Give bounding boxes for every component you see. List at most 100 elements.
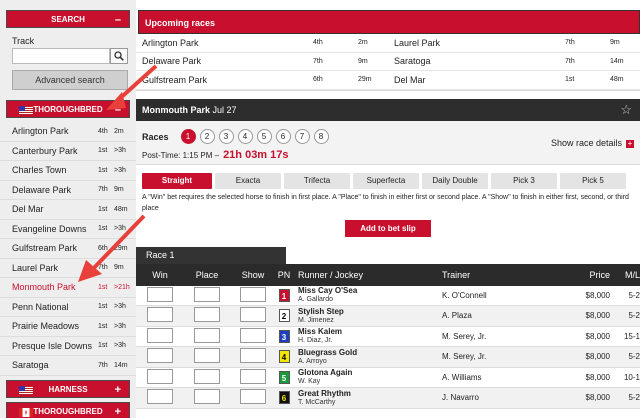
upcoming-race-row[interactable]: Saratoga 7th 14m xyxy=(388,53,640,71)
place-bet-box[interactable] xyxy=(194,348,220,364)
thoroughbred-ca-header[interactable]: THOROUGHBRED + xyxy=(6,401,130,418)
sidebar-track-item[interactable]: Presque Isle Downs 1st >3h xyxy=(0,337,136,356)
place-bet-box[interactable] xyxy=(194,286,220,302)
sidebar-track-time: >3h xyxy=(114,166,126,174)
win-bet-box[interactable] xyxy=(147,286,173,302)
race-7-button[interactable]: 7 xyxy=(294,129,310,144)
collapse-thoroughbred-icon[interactable]: – xyxy=(115,101,121,119)
sidebar-track-name: Gulfstream Park xyxy=(12,243,78,254)
track-input[interactable] xyxy=(12,48,110,64)
sidebar-track-item[interactable]: Canterbury Park 1st >3h xyxy=(0,142,136,161)
show-bet-box[interactable] xyxy=(240,286,266,302)
upcoming-race-track: Saratoga xyxy=(394,56,431,67)
sidebar-track-name: Del Mar xyxy=(12,204,44,215)
upcoming-race-row[interactable]: Laurel Park 7th 9m xyxy=(388,34,640,53)
search-button[interactable] xyxy=(110,48,128,64)
win-bet-box[interactable] xyxy=(147,389,173,405)
sidebar-track-item[interactable]: Del Mar 1st 48m xyxy=(0,200,136,220)
sidebar-track-time: 9m xyxy=(114,186,124,194)
sidebar-track-time: >3h xyxy=(114,322,126,330)
place-bet-box[interactable] xyxy=(194,368,220,384)
sidebar-track-item[interactable]: Laurel Park 7th 9m xyxy=(0,259,136,278)
place-bet-box[interactable] xyxy=(194,327,220,343)
runner-cell: Bluegrass Gold A. Arroyo xyxy=(292,348,442,366)
favorite-star-icon[interactable]: ☆ xyxy=(620,99,632,121)
upcoming-race-time: 48m xyxy=(610,76,624,84)
us-flag-icon xyxy=(19,385,33,395)
upcoming-race-row[interactable]: Del Mar 1st 48m xyxy=(388,71,640,90)
upcoming-race-row[interactable]: Delaware Park 7th 9m xyxy=(136,53,388,71)
race-8-button[interactable]: 8 xyxy=(313,129,329,144)
tab-superfecta[interactable]: Superfecta xyxy=(353,172,419,189)
sidebar-track-position: 1st xyxy=(98,225,108,233)
win-bet-box[interactable] xyxy=(147,307,173,323)
jockey-name: H. Diaz, Jr. xyxy=(298,337,333,345)
win-bet-box[interactable] xyxy=(147,327,173,343)
sidebar-track-item[interactable]: Monmouth Park 1st >21h xyxy=(0,278,136,298)
search-header[interactable]: SEARCH – xyxy=(6,10,130,28)
sidebar-track-item[interactable]: Evangeline Downs 1st >3h xyxy=(0,220,136,239)
race-6-button[interactable]: 6 xyxy=(275,129,291,144)
win-bet-box[interactable] xyxy=(147,348,173,364)
tab-exacta[interactable]: Exacta xyxy=(215,172,281,189)
win-cell xyxy=(136,286,184,304)
show-bet-box[interactable] xyxy=(240,307,266,323)
harness-header[interactable]: HARNESS + xyxy=(6,379,130,399)
sidebar-track-item[interactable]: Gulfstream Park 6th 29m xyxy=(0,239,136,259)
race-5-button[interactable]: 5 xyxy=(256,129,272,144)
sidebar-track-name: Canterbury Park xyxy=(12,145,78,156)
show-bet-box[interactable] xyxy=(240,368,266,384)
program-number: 1 xyxy=(278,288,290,302)
runner-rows: 1 Miss Cay O'Sea A. Gallardo K. O'Connell $8… xyxy=(136,286,640,409)
pn-cell: 5 xyxy=(276,370,292,384)
place-bet-box[interactable] xyxy=(194,307,220,323)
win-bet-box[interactable] xyxy=(147,368,173,384)
advanced-search-button[interactable]: Advanced search xyxy=(12,70,128,90)
thoroughbred-header[interactable]: THOROUGHBRED – xyxy=(6,100,130,118)
sidebar-track-item[interactable]: Prairie Meadows 1st >3h xyxy=(0,317,136,337)
sidebar-track-item[interactable]: Penn National 1st >3h xyxy=(0,298,136,317)
upcoming-race-row[interactable]: Gulfstream Park 6th 29m xyxy=(136,71,388,90)
runners-table: Race 1 Win Place Show PN Runner / Jockey… xyxy=(136,246,640,409)
race-4-button[interactable]: 4 xyxy=(237,129,253,144)
show-race-details-link[interactable]: Show race details + xyxy=(551,138,634,148)
collapse-search-icon[interactable]: – xyxy=(115,11,121,29)
sidebar-track-position: 7th xyxy=(98,361,108,369)
tab-daily-double[interactable]: Daily Double xyxy=(422,172,488,189)
place-cell xyxy=(184,348,230,365)
expand-harness-icon[interactable]: + xyxy=(115,381,121,399)
upcoming-race-row[interactable]: Arlington Park 4th 2m xyxy=(136,34,388,53)
table-row: 1 Miss Cay O'Sea A. Gallardo K. O'Connell $8… xyxy=(136,286,640,306)
sidebar-track-item[interactable]: Saratoga 7th 14m xyxy=(0,356,136,376)
add-to-bet-slip-button[interactable]: Add to bet slip xyxy=(345,219,431,237)
tab-trifecta[interactable]: Trifecta xyxy=(284,172,350,189)
tab-pick-5[interactable]: Pick 5 xyxy=(560,172,626,189)
trainer-name: M. Serey, Jr. xyxy=(442,352,487,362)
thoroughbred-ca-title: THOROUGHBRED xyxy=(33,406,103,416)
upcoming-races-header: Upcoming races xyxy=(138,10,640,34)
upcoming-race-position: 4th xyxy=(313,39,323,47)
harness-title: HARNESS xyxy=(48,384,88,394)
place-bet-box[interactable] xyxy=(194,389,220,405)
horse-name: Miss Cay O'Sea xyxy=(298,286,358,296)
race-2-button[interactable]: 2 xyxy=(199,129,215,144)
tab-pick-3[interactable]: Pick 3 xyxy=(491,172,557,189)
race-card-track: Monmouth Park xyxy=(142,104,211,115)
sidebar-track-name: Laurel Park xyxy=(12,262,59,273)
expand-thoroughbred-ca-icon[interactable]: + xyxy=(115,403,121,418)
trainer-name: A. Williams xyxy=(442,372,482,382)
race-3-button[interactable]: 3 xyxy=(218,129,234,144)
race-number-header: Race 1 xyxy=(136,246,286,264)
race-1-button[interactable]: 1 xyxy=(180,129,196,144)
show-bet-box[interactable] xyxy=(240,327,266,343)
sidebar-track-position: 1st xyxy=(98,205,108,213)
show-bet-box[interactable] xyxy=(240,348,266,364)
tab-straight[interactable]: Straight xyxy=(142,172,212,189)
sidebar-track-item[interactable]: Delaware Park 7th 9m xyxy=(0,181,136,200)
morning-line: 5-2 xyxy=(628,393,640,403)
sidebar-track-item[interactable]: Charles Town 1st >3h xyxy=(0,161,136,181)
sidebar-track-position: 4th xyxy=(98,127,108,135)
show-bet-box[interactable] xyxy=(240,389,266,405)
sidebar-track-item[interactable]: Arlington Park 4th 2m xyxy=(0,122,136,142)
upcoming-races-table: Arlington Park 4th 2m Delaware Park 7th 9m Gul… xyxy=(136,34,640,91)
